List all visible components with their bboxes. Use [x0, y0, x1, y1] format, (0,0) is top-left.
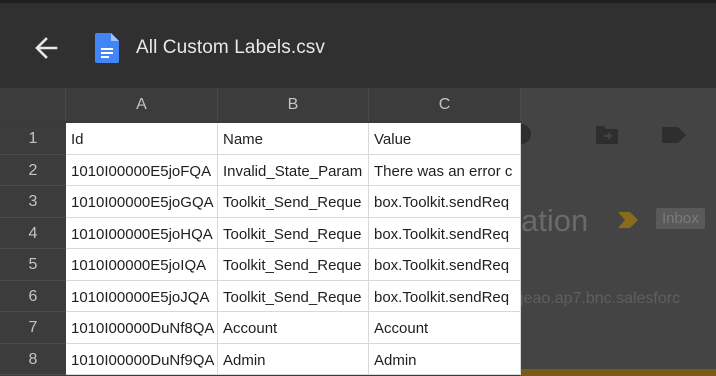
- back-arrow-icon: [35, 37, 58, 59]
- table-cell: 1010I00000E5joIQA: [66, 249, 218, 281]
- row-header: 7: [0, 312, 66, 344]
- table-cell: box.Toolkit.sendReq: [369, 249, 521, 281]
- table-cell: 1010I00000E5joGQA: [66, 186, 218, 218]
- table-cell: Toolkit_Send_Reque: [218, 280, 369, 312]
- inbox-badge: Inbox: [656, 208, 705, 229]
- row-header: 6: [0, 280, 66, 312]
- table-cell: box.Toolkit.sendReq: [369, 186, 521, 218]
- row-header: 1: [0, 123, 66, 155]
- back-button[interactable]: [30, 32, 62, 64]
- sheet-corner: [0, 88, 66, 121]
- table-cell: Toolkit_Send_Reque: [218, 249, 369, 281]
- background-heading: ation: [521, 203, 589, 238]
- table-cell: Account: [218, 312, 369, 344]
- table-cell: 1010I00000DuNf9QA: [66, 343, 218, 375]
- table-cell: Account: [369, 312, 521, 344]
- row-header: 8: [0, 343, 66, 375]
- row-header: 4: [0, 217, 66, 249]
- table-cell: Toolkit_Send_Reque: [218, 217, 369, 249]
- important-marker-icon: [618, 212, 638, 228]
- table-cell: 1010I00000E5joJQA: [66, 280, 218, 312]
- row-header: 2: [0, 154, 66, 186]
- table-cell: Id: [66, 123, 218, 155]
- table-cell: 1010I00000DuNf8QA: [66, 312, 218, 344]
- table-cell: Toolkit_Send_Reque: [218, 186, 369, 218]
- column-header-a: A: [66, 88, 218, 121]
- table-cell: Value: [369, 123, 521, 155]
- table-cell: box.Toolkit.sendReq: [369, 280, 521, 312]
- archive-icon: [521, 124, 531, 144]
- file-viewer-header: All Custom Labels.csv: [0, 0, 716, 88]
- table-cell: There was an error c: [369, 154, 521, 186]
- label-icon: [662, 127, 686, 143]
- table-cell: 1010I00000E5joHQA: [66, 217, 218, 249]
- background-url-text: jeao.ap7.bnc.salesforc: [520, 290, 681, 307]
- csv-spreadsheet-preview: A B C 1 Id Name Value 2 1010I00000E5joFQ…: [0, 88, 521, 376]
- table-cell: Admin: [369, 343, 521, 375]
- move-to-icon: [596, 126, 618, 144]
- table-cell: 1010I00000E5joFQA: [66, 154, 218, 186]
- table-cell: Admin: [218, 343, 369, 375]
- background-bottom-bar: [520, 369, 716, 376]
- column-header-b: B: [218, 88, 369, 121]
- google-docs-icon: [95, 33, 119, 63]
- table-cell: box.Toolkit.sendReq: [369, 217, 521, 249]
- column-header-c: C: [369, 88, 521, 121]
- table-cell: Name: [218, 123, 369, 155]
- table-cell: Invalid_State_Param: [218, 154, 369, 186]
- row-header: 3: [0, 186, 66, 218]
- row-header: 5: [0, 249, 66, 281]
- file-title: All Custom Labels.csv: [136, 37, 326, 58]
